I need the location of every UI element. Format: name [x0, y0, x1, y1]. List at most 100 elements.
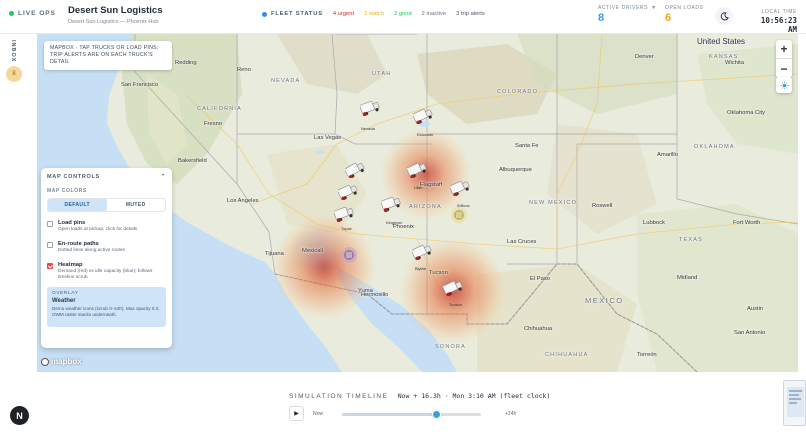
- map-label-yuma: Yuma: [358, 288, 373, 294]
- map-country-mexico: MEXICO: [585, 296, 624, 305]
- map-label-oklahoma-city: Oklahoma City: [727, 110, 766, 116]
- truck-marker[interactable]: [381, 196, 401, 212]
- zoom-out-button[interactable]: −: [776, 59, 792, 78]
- fleet-inactive-count[interactable]: 2 inactive: [422, 11, 447, 17]
- inbox-badge[interactable]: 8: [6, 66, 22, 82]
- fleet-trip-alerts[interactable]: 3 trip alerts: [456, 11, 485, 17]
- sun-icon: [779, 80, 789, 90]
- preview-thumbnail[interactable]: [783, 380, 806, 426]
- map-label-fresno: Fresno: [204, 121, 223, 127]
- heatmap-checkbox[interactable]: [47, 263, 53, 269]
- map-label-united-states: United States: [697, 37, 746, 46]
- simulation-title: SIMULATION TIMELINE: [289, 393, 389, 400]
- map-label-los-angeles: Los Angeles: [227, 198, 259, 204]
- local-time: LOCAL TIME 10:56:23 AM: [749, 9, 797, 34]
- separator: ·: [388, 11, 390, 17]
- fleet-urgent-count[interactable]: 4 urgent: [333, 11, 354, 17]
- live-status-dot: [9, 11, 14, 16]
- map-label-flagstaff: Flagstaff: [420, 182, 443, 188]
- separator: ·: [358, 11, 361, 17]
- assistant-fab-button[interactable]: N: [10, 406, 29, 425]
- truck-marker[interactable]: [407, 162, 427, 178]
- truck-marker[interactable]: [443, 280, 463, 296]
- map-controls-header[interactable]: MAP CONTROLS ⌃: [47, 174, 166, 180]
- timeline-fill: [342, 413, 437, 416]
- truck-marker[interactable]: [360, 100, 380, 116]
- truck-marker[interactable]: [338, 184, 358, 200]
- map-label-las-vegas: Las Vegas: [314, 135, 342, 141]
- fleet-good-count[interactable]: 2 good: [394, 11, 412, 17]
- truck-marker[interactable]: [334, 206, 354, 222]
- company-brand[interactable]: Desert Sun Logistics Desert Sun Logistic…: [68, 5, 163, 25]
- load-pins-title: Load pins: [58, 220, 86, 226]
- company-subtitle: Desert Sun Logistics — Phoenix Hub: [68, 19, 159, 25]
- top-header: LIVE OPS Desert Sun Logistics Desert Sun…: [0, 0, 806, 34]
- enroute-option[interactable]: En-route paths Dotted lines along active…: [47, 241, 166, 254]
- preview-thumbnail-image: [787, 387, 804, 417]
- chevron-up-icon[interactable]: ⌃: [161, 174, 166, 180]
- heatmap-option[interactable]: Heatmap Demand (red) vs idle capacity (b…: [47, 262, 166, 281]
- truck-label: Tucson: [449, 302, 462, 307]
- map-label-amarillo: Amarillo: [657, 152, 678, 158]
- enroute-checkbox[interactable]: [47, 242, 53, 248]
- theme-toggle-button[interactable]: [715, 7, 733, 25]
- map-label-denver: Denver: [635, 54, 654, 60]
- play-button[interactable]: ▶: [289, 406, 304, 421]
- truck-label: Topaz: [341, 226, 352, 231]
- mapbox-wordmark: mapbox: [51, 357, 82, 366]
- map-label-lubbock: Lubbock: [643, 220, 665, 226]
- load-pins-option[interactable]: Load pins Open loads at pickup; click fo…: [47, 220, 166, 233]
- map-state-california: CALIFORNIA: [197, 106, 243, 112]
- open-loads-stat[interactable]: OPEN LOADS 6: [665, 5, 704, 24]
- enroute-title: En-route paths: [58, 241, 99, 247]
- play-icon: ▶: [294, 411, 299, 417]
- map-colors-label: MAP COLORS: [47, 188, 87, 194]
- fleet-status-bar[interactable]: FLEET STATUS · 4 urgent · 2 watch · 2 go…: [262, 11, 485, 17]
- local-time-label: LOCAL TIME: [761, 9, 797, 15]
- separator: ·: [326, 11, 329, 17]
- moon-icon: [720, 11, 729, 20]
- map-label-santa-fe: Santa Fe: [515, 143, 539, 149]
- weather-sun-icon: [451, 207, 467, 223]
- truck-marker[interactable]: [450, 180, 470, 196]
- live-ops-indicator: LIVE OPS: [9, 10, 56, 17]
- timeline-slider[interactable]: [342, 410, 481, 419]
- truck-label: Nevada: [361, 126, 375, 131]
- open-loads-label: OPEN LOADS: [665, 5, 704, 11]
- map-state-kansas: KANSAS: [709, 54, 739, 60]
- map-label-austin: Austin: [747, 306, 764, 312]
- load-pins-checkbox[interactable]: [47, 221, 53, 227]
- map-colors-default-button[interactable]: DEFAULT: [48, 199, 107, 211]
- map-label-el-paso: El Paso: [530, 276, 550, 282]
- timeline-end-label: +24h: [505, 411, 517, 417]
- map-label-bakersfield: Bakersfield: [178, 158, 207, 164]
- mapbox-attribution[interactable]: mapbox: [41, 357, 82, 366]
- map-label-san-francisco: San Francisco: [121, 82, 159, 88]
- inbox-rail: INBOX 8: [0, 34, 30, 372]
- timeline-slider-knob[interactable]: [432, 410, 442, 419]
- timeline-start-label: Now: [313, 411, 324, 417]
- map-label-wichita: Wichita: [725, 60, 745, 66]
- truck-marker[interactable]: [412, 244, 432, 260]
- inbox-label[interactable]: INBOX: [10, 40, 16, 62]
- map-colors-muted-button[interactable]: MUTED: [107, 199, 166, 211]
- overlay-name: Weather: [52, 298, 76, 304]
- active-drivers-value: 8: [598, 12, 605, 24]
- overlay-card[interactable]: OVERLAY Weather Demo weather icons (scru…: [47, 287, 166, 327]
- active-drivers-stat[interactable]: ACTIVE DRIVERS ▼ 8: [598, 5, 657, 24]
- truck-marker[interactable]: [413, 108, 433, 124]
- map-label-redding: Redding: [175, 60, 197, 66]
- overlay-desc: Demo weather icons (scrub 0–24h). Max op…: [52, 306, 160, 317]
- zoom-in-button[interactable]: +: [776, 40, 792, 59]
- fleet-watch-count[interactable]: 2 watch: [364, 11, 384, 17]
- simulation-title-row: SIMULATION TIMELINE Now + 16.3h · Mon 3:…: [289, 392, 550, 400]
- map-label-mexicali: Mexicali: [302, 248, 323, 254]
- map-state-new-mexico: NEW MEXICO: [529, 200, 578, 206]
- map-state-texas: TEXAS: [679, 237, 704, 243]
- live-ops-label: LIVE OPS: [18, 10, 56, 17]
- locate-button[interactable]: [776, 77, 792, 93]
- company-name: Desert Sun Logistics: [68, 5, 163, 16]
- truck-marker[interactable]: [345, 162, 365, 178]
- map-state-chihuahua: CHIHUAHUA: [545, 352, 589, 358]
- open-loads-value: 6: [665, 12, 672, 24]
